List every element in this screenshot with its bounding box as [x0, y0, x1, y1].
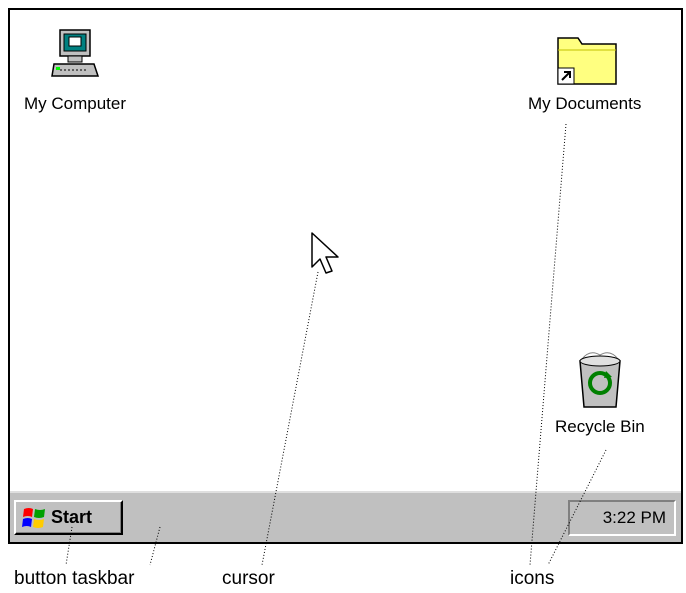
- desktop-icon-label: My Computer: [24, 94, 127, 113]
- start-label: Start: [51, 507, 93, 527]
- folder-shortcut-icon: [556, 37, 617, 85]
- start-button[interactable]: Start: [14, 500, 123, 535]
- taskbar[interactable]: Start 3:22 PM: [10, 491, 681, 542]
- recycle-bin-icon: [579, 352, 621, 408]
- desktop-icon-label: My Documents: [528, 94, 642, 113]
- desktop-icon-my-computer[interactable]: My Computer: [24, 26, 126, 114]
- callout-cursor: cursor: [222, 568, 275, 589]
- desktop-screen: My Computer My Documents Recycle Bin Sta…: [8, 8, 683, 544]
- desktop-icon-my-documents[interactable]: My Documents: [528, 28, 641, 114]
- windows-flag-icon: [22, 507, 45, 528]
- my-computer-icon: [51, 29, 100, 77]
- arrow-cursor-icon: [311, 232, 339, 274]
- desktop-icon-recycle-bin[interactable]: Recycle Bin: [555, 347, 645, 437]
- desktop-icon-label: Recycle Bin: [555, 417, 645, 436]
- system-tray: 3:22 PM: [568, 500, 676, 536]
- callout-button-taskbar: button taskbar: [14, 568, 135, 589]
- callout-icons: icons: [510, 568, 555, 589]
- clock[interactable]: 3:22 PM: [603, 508, 666, 528]
